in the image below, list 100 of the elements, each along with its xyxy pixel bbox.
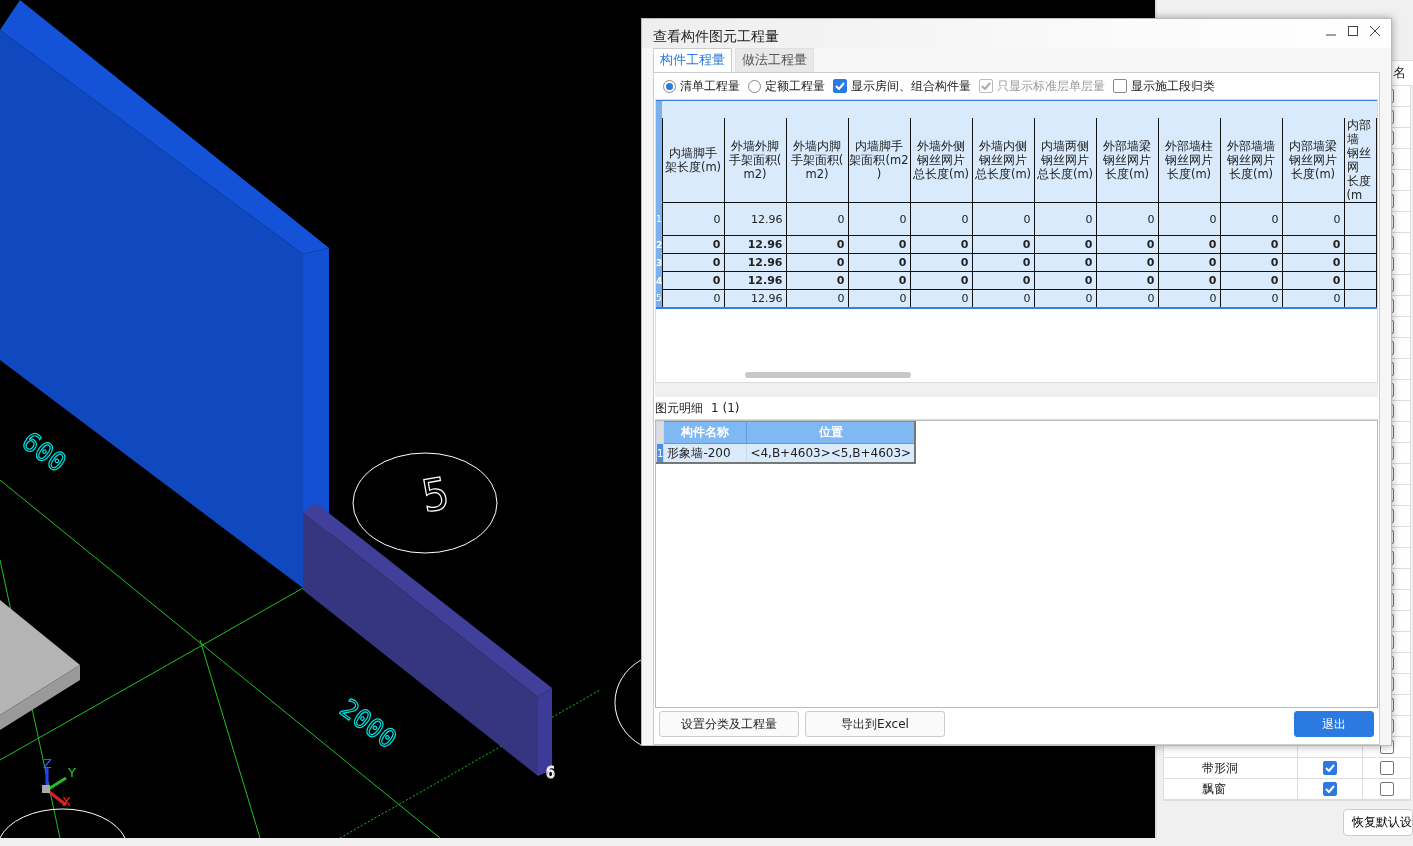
table-cell: 0 <box>712 238 721 251</box>
table-cell: 0 <box>960 256 969 269</box>
table-cell: 0 <box>836 256 845 269</box>
column-header: 外墙内脚 手架面积( m2) <box>790 139 844 181</box>
table-cell: 0 <box>1084 238 1093 251</box>
column-header: 外墙外侧 钢丝网片 总长度(m) <box>912 139 970 181</box>
action-button[interactable]: 设置分类及工程量 <box>659 711 799 737</box>
table-cell: 0 <box>1209 212 1217 226</box>
layer-name: 带形洞 <box>1202 759 1238 777</box>
radio-button[interactable] <box>663 79 676 93</box>
table-cell: 0 <box>1146 274 1155 287</box>
table-cell: 0 <box>1085 292 1093 305</box>
column-header: 内部墙梁 钢丝网片 长度(m) <box>1289 139 1337 181</box>
action-button[interactable]: 导出到Excel <box>805 711 945 737</box>
scrollbar[interactable] <box>745 372 911 378</box>
section-label: 图元明细 <box>655 399 703 417</box>
table-cell: 12.96 <box>747 238 783 251</box>
reset-button[interactable]: 恢复默认设 <box>1343 809 1413 836</box>
table-cell: 0 <box>1084 256 1093 269</box>
row-number: 1 <box>657 447 664 459</box>
option-label: 显示房间、组合构件量 <box>851 77 971 95</box>
table-cell: 0 <box>898 256 907 269</box>
table-cell: 0 <box>1022 256 1031 269</box>
row-number: 3 <box>656 257 662 268</box>
table-cell: 0 <box>899 292 907 305</box>
table-cell: 0 <box>1085 212 1093 226</box>
table-cell: 0 <box>898 238 907 251</box>
column-header: 外部墙墙 钢丝网片 长度(m) <box>1227 139 1275 181</box>
table-cell: 0 <box>713 212 721 226</box>
table-cell: 0 <box>1270 256 1279 269</box>
table-cell: 0 <box>1208 256 1217 269</box>
table-cell: 0 <box>713 292 721 305</box>
layer-name: 飘窗 <box>1202 780 1226 798</box>
axis-number: 5 <box>417 467 453 522</box>
table-cell: 12.96 <box>747 256 783 269</box>
table-cell: 0 <box>837 212 845 226</box>
table-cell: 0 <box>1333 292 1341 305</box>
table-cell: 0 <box>1146 256 1155 269</box>
table-cell: 0 <box>1022 238 1031 251</box>
point-label: 6 <box>546 764 556 782</box>
table-cell: 0 <box>1271 212 1279 226</box>
column-header: 外部墙柱 钢丝网片 长度(m) <box>1165 139 1213 181</box>
column-header: 内墙脚手 架长度(m) <box>664 146 722 174</box>
option-label: 显示施工段归类 <box>1131 77 1215 95</box>
checkbox[interactable] <box>1379 761 1394 775</box>
column-header: 外墙外脚 手架面积( m2) <box>728 139 782 181</box>
table-cell: 12.96 <box>751 292 783 305</box>
table-cell: <4,B+4603><5,B+4603> <box>750 446 912 460</box>
column-header: 构件名称 <box>681 425 730 439</box>
table-cell: 12.96 <box>751 212 783 226</box>
table-row[interactable]: 3 0 12.96 0 0 0 0 0 0 0 0 0 <box>656 253 1377 272</box>
close-icon[interactable] <box>1369 25 1381 37</box>
column-header: 位置 <box>818 425 843 439</box>
maximize-icon[interactable] <box>1347 25 1359 37</box>
table-row[interactable]: 1 0 12.96 0 0 0 0 0 0 0 0 0 <box>656 202 1377 236</box>
radio-button[interactable] <box>748 79 761 93</box>
option-label: 定额工程量 <box>765 77 825 95</box>
checkbox[interactable] <box>1113 79 1127 93</box>
table-cell: 0 <box>961 212 969 226</box>
table-cell: 0 <box>1271 292 1279 305</box>
tab[interactable]: 做法工程量 <box>735 48 814 72</box>
table-row[interactable]: 5 0 12.96 0 0 0 0 0 0 0 0 0 <box>656 289 1377 308</box>
table-cell: 0 <box>712 256 721 269</box>
table-row[interactable]: 2 0 12.96 0 0 0 0 0 0 0 0 0 <box>656 235 1377 254</box>
table-cell: 0 <box>712 274 721 287</box>
table-cell: 0 <box>836 274 845 287</box>
column-header: 内墙脚手 架面积(m2 ) <box>849 139 909 181</box>
row-number: 4 <box>656 275 662 286</box>
table-cell: 0 <box>1147 212 1155 226</box>
table-cell: 0 <box>898 274 907 287</box>
table-cell: 0 <box>899 212 907 226</box>
checkbox[interactable] <box>1379 782 1394 796</box>
column-header: 内墙两侧 钢丝网片 总长度(m) <box>1036 139 1094 181</box>
table-cell: 0 <box>1270 238 1279 251</box>
tab[interactable]: 构件工程量 <box>653 48 732 72</box>
table-cell: 0 <box>836 238 845 251</box>
option-label: 清单工程量 <box>680 77 740 95</box>
table-cell: 0 <box>1146 238 1155 251</box>
column-header: 外墙内侧 钢丝网片 总长度(m) <box>974 139 1032 181</box>
table-cell: 形象墙-200 <box>667 445 731 460</box>
table-cell: 0 <box>961 292 969 305</box>
count-label: 1 (1) <box>711 401 740 415</box>
dimension-label: 600 <box>16 425 72 479</box>
window-title: 查看构件图元工程量 <box>653 28 779 46</box>
table-cell: 0 <box>1022 274 1031 287</box>
checkbox[interactable] <box>1323 761 1337 775</box>
checkbox[interactable] <box>1323 782 1337 796</box>
table-cell: 0 <box>960 238 969 251</box>
table-cell: 0 <box>1270 274 1279 287</box>
table-cell: 0 <box>837 292 845 305</box>
column-header: 外部墙梁 钢丝网片 长度(m) <box>1103 139 1151 181</box>
option-label: 只显示标准层单层量 <box>997 77 1105 95</box>
row-number: 1 <box>656 214 662 224</box>
table-row[interactable]: 4 0 12.96 0 0 0 0 0 0 0 0 0 <box>656 271 1377 290</box>
checkbox[interactable] <box>833 79 847 93</box>
exit-button[interactable]: 退出 <box>1294 711 1374 737</box>
row-number: 2 <box>656 239 662 250</box>
table-cell: 0 <box>1209 292 1217 305</box>
table-cell: 12.96 <box>747 274 783 287</box>
table-cell: 0 <box>1333 212 1341 226</box>
